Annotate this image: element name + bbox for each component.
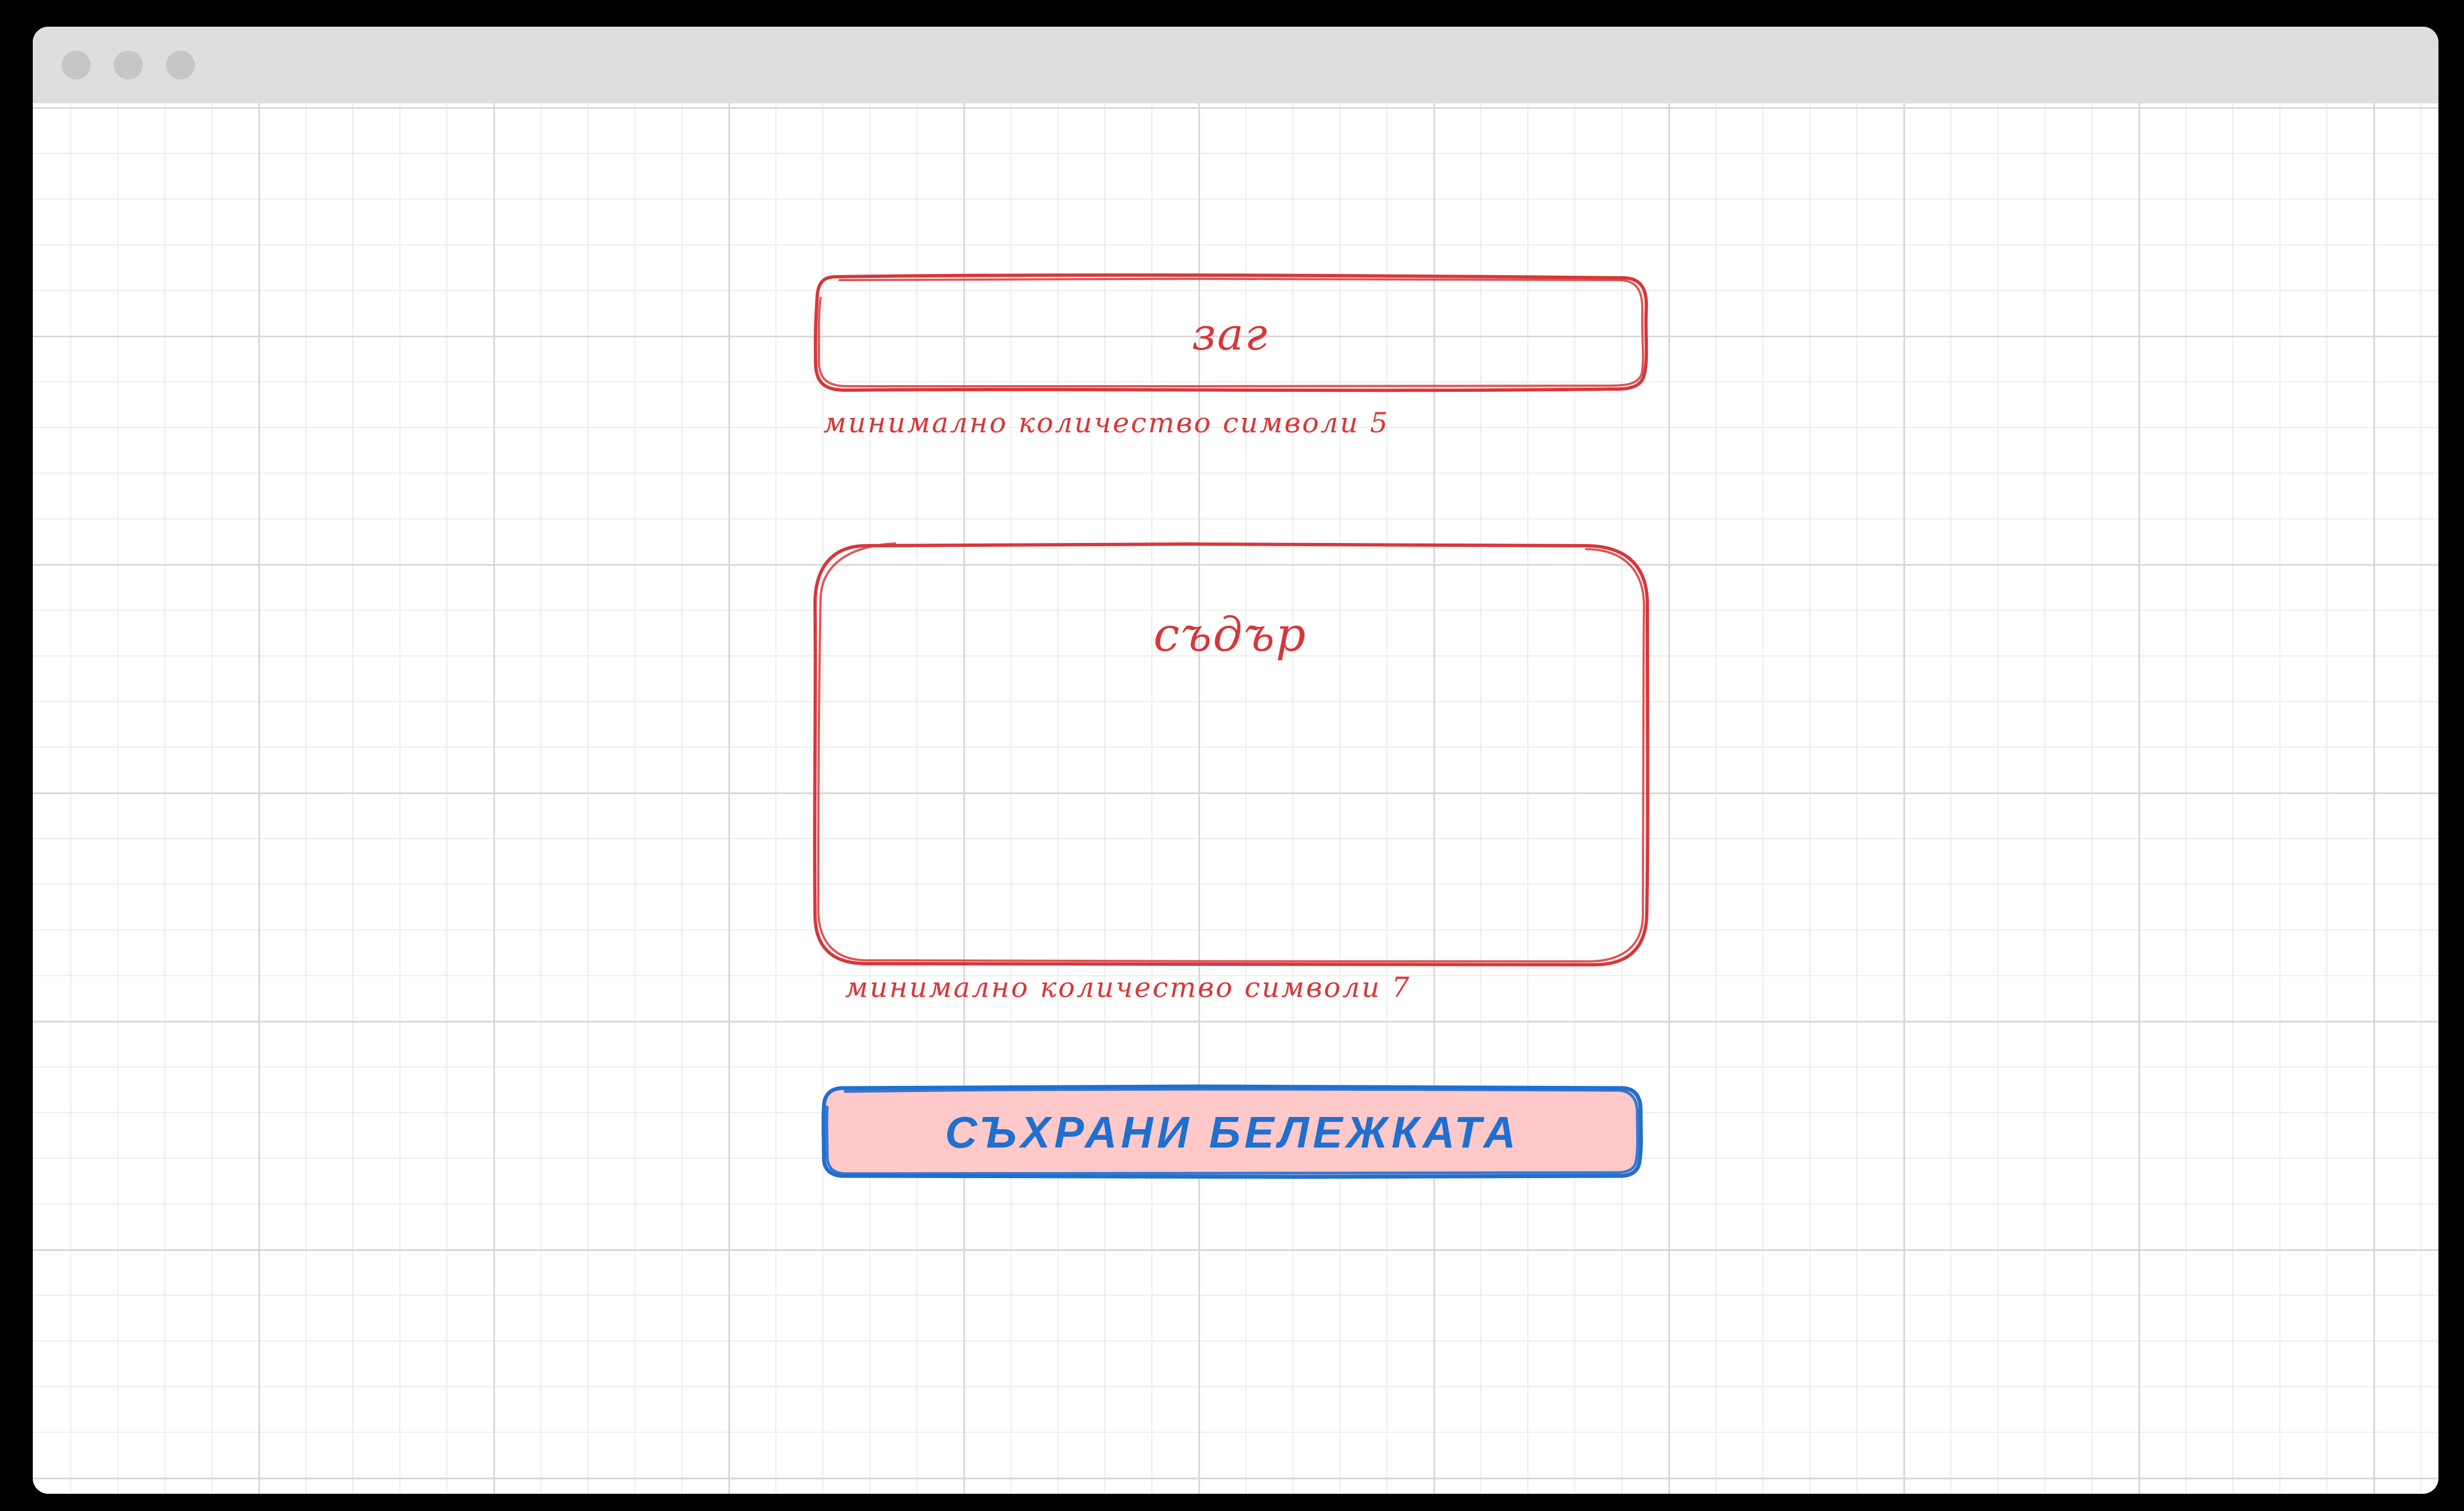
sketch-canvas: заг минимално количество символи 5 съдър… <box>33 103 2438 1494</box>
title-input[interactable] <box>813 275 1648 394</box>
zoom-window-dot[interactable] <box>166 51 195 79</box>
browser-window: заг минимално количество символи 5 съдър… <box>33 27 2438 1494</box>
title-min-length-hint: минимално количество символи 5 <box>823 407 1390 439</box>
window-titlebar <box>33 27 2438 103</box>
close-window-dot[interactable] <box>62 51 91 79</box>
content-textarea[interactable] <box>813 543 1648 966</box>
save-note-button[interactable] <box>822 1085 1642 1181</box>
minimize-window-dot[interactable] <box>114 51 143 79</box>
content-min-length-hint: минимално количество символи 7 <box>845 971 1411 1004</box>
